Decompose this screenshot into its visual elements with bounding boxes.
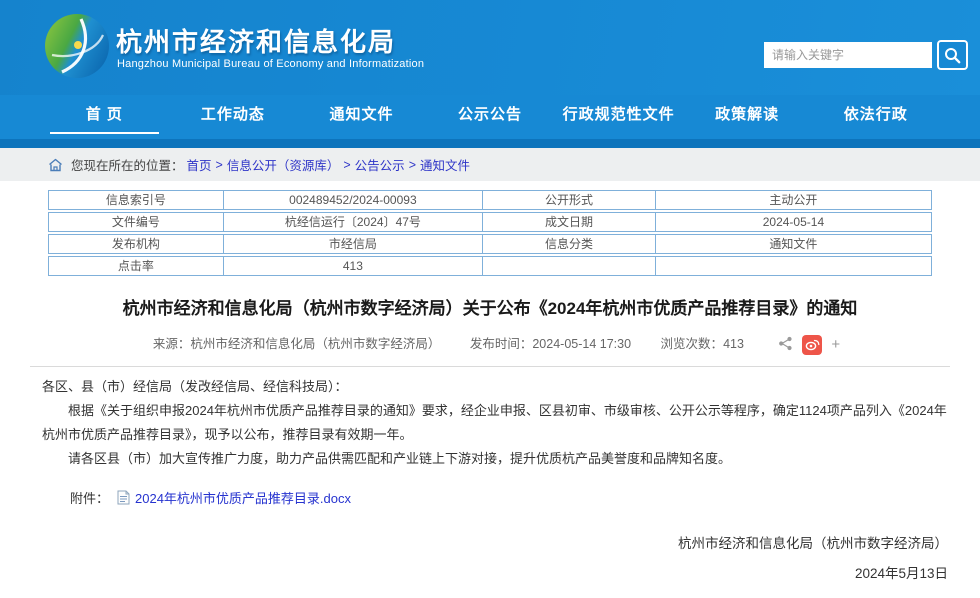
breadcrumb-separator: > (409, 158, 416, 172)
nav-item-law-based-admin[interactable]: 依法行政 (811, 95, 940, 139)
site-subtitle: Hangzhou Municipal Bureau of Economy and… (117, 58, 424, 70)
disclosure-form-label: 公开形式 (482, 191, 655, 209)
article-title: 杭州市经济和信息化局（杭州市数字经济局）关于公布《2024年杭州市优质产品推荐目… (40, 297, 940, 321)
site-title: 杭州市经济和信息化局 (116, 22, 396, 59)
breadcrumb-link-announcements[interactable]: 公告公示 (355, 155, 405, 174)
nav-item-policy-interpretation[interactable]: 政策解读 (683, 95, 812, 139)
empty-value (655, 257, 931, 275)
nav-item-home[interactable]: 首 页 (40, 95, 169, 139)
signature-date: 2024年5月13日 (0, 559, 948, 589)
click-rate-value: 413 (223, 257, 482, 275)
breadcrumb-link-home[interactable]: 首页 (187, 155, 212, 174)
info-category-label: 信息分类 (482, 235, 655, 253)
more-share-icon[interactable]: + (831, 337, 840, 352)
breadcrumb-separator: > (343, 158, 350, 172)
table-row: 信息索引号 002489452/2024-00093 公开形式 主动公开 (48, 190, 932, 210)
publisher-value: 市经信局 (223, 235, 482, 253)
signature-block: 杭州市经济和信息化局（杭州市数字经济局） 2024年5月13日 (0, 529, 980, 589)
article-publish-time: 发布时间：2024-05-14 17:30 (470, 337, 631, 351)
doc-number-label: 文件编号 (49, 213, 223, 231)
table-row: 发布机构 市经信局 信息分类 通知文件 (48, 234, 932, 254)
nav-item-regulatory-docs[interactable]: 行政规范性文件 (554, 95, 683, 139)
paragraph-closing: 请各区县（市）加大宣传推广力度，助力产品供需匹配和产业链上下游对接，提升优质杭产… (42, 447, 950, 471)
breadcrumb: 您现在所在的位置： 首页 > 信息公开（资源库） > 公告公示 > 通知文件 (0, 148, 980, 181)
doc-number-value: 杭经信运行〔2024〕47号 (223, 213, 482, 231)
attachment-label: 附件： (70, 488, 109, 507)
attachment-link[interactable]: 2024年杭州市优质产品推荐目录.docx (135, 488, 351, 507)
table-row: 文件编号 杭经信运行〔2024〕47号 成文日期 2024-05-14 (48, 212, 932, 232)
nav-bottom-strip (0, 139, 980, 148)
click-rate-label: 点击率 (49, 257, 223, 275)
breadcrumb-link-info-disclosure[interactable]: 信息公开（资源库） (227, 155, 340, 174)
info-category-value: 通知文件 (655, 235, 931, 253)
home-icon[interactable] (48, 158, 63, 172)
nav-item-work-news[interactable]: 工作动态 (169, 95, 298, 139)
search-icon (944, 47, 961, 64)
share-icon[interactable] (778, 336, 793, 354)
document-icon (117, 490, 130, 505)
article-view-count: 浏览次数：413 (661, 337, 744, 351)
bureau-logo-icon (44, 13, 110, 79)
main-nav: 首 页 工作动态 通知文件 公示公告 行政规范性文件 政策解读 依法行政 (0, 95, 980, 139)
table-row: 点击率 413 (48, 256, 932, 276)
issue-date-value: 2024-05-14 (655, 213, 931, 231)
breadcrumb-separator: > (216, 158, 223, 172)
paragraph-salutation: 各区、县（市）经信局（发改经信局、经信科技局）： (42, 375, 950, 399)
nav-item-notices[interactable]: 通知文件 (297, 95, 426, 139)
site-header: 杭州市经济和信息化局 Hangzhou Municipal Bureau of … (0, 0, 980, 95)
search-button[interactable] (937, 40, 968, 70)
signature-org: 杭州市经济和信息化局（杭州市数字经济局） (0, 529, 948, 559)
article-source: 来源：杭州市经济和信息化局（杭州市数字经济局） (153, 337, 441, 351)
info-index-value: 002489452/2024-00093 (223, 191, 482, 209)
breadcrumb-link-notices[interactable]: 通知文件 (420, 155, 470, 174)
empty-label (482, 257, 655, 275)
issue-date-label: 成文日期 (482, 213, 655, 231)
info-index-label: 信息索引号 (49, 191, 223, 209)
search-input[interactable] (764, 42, 932, 68)
breadcrumb-prefix: 您现在所在的位置： (71, 155, 184, 174)
article-body: 各区、县（市）经信局（发改经信局、经信科技局）： 根据《关于组织申报2024年杭… (0, 367, 980, 471)
paragraph-main: 根据《关于组织申报2024年杭州市优质产品推荐目录的通知》要求，经企业申报、区县… (42, 399, 950, 447)
attachment-row: 附件： 2024年杭州市优质产品推荐目录.docx (70, 488, 980, 507)
document-info-table: 信息索引号 002489452/2024-00093 公开形式 主动公开 文件编… (48, 190, 932, 276)
disclosure-form-value: 主动公开 (655, 191, 931, 209)
publisher-label: 发布机构 (49, 235, 223, 253)
weibo-share-icon[interactable] (802, 335, 822, 355)
share-toolbar: + (778, 335, 840, 355)
article-meta: 来源：杭州市经济和信息化局（杭州市数字经济局） 发布时间：2024-05-14 … (30, 333, 950, 367)
nav-item-announcements[interactable]: 公示公告 (426, 95, 555, 139)
site-search (764, 40, 968, 70)
